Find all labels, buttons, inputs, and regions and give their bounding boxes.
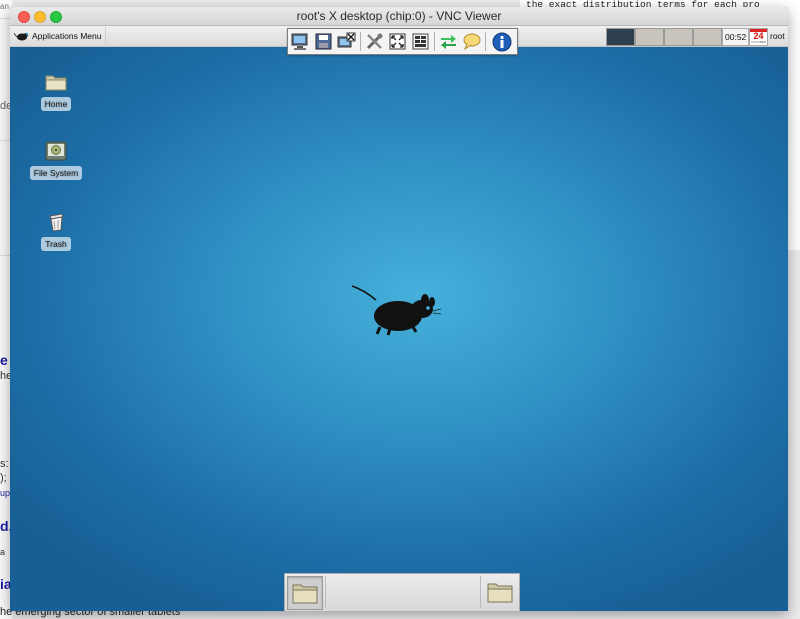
remote-desktop[interactable]: Applications Menu 00:52 24 OCTOBER root xyxy=(10,26,788,611)
transfer-files-icon[interactable] xyxy=(438,31,459,52)
applications-menu-button[interactable]: Applications Menu xyxy=(12,27,107,45)
desktop-icon-label: Trash xyxy=(41,237,71,251)
desktop-icon-trash[interactable]: Trash xyxy=(21,210,91,252)
workspace-2[interactable] xyxy=(635,28,664,46)
window-titlebar[interactable]: root's X desktop (chip:0) - VNC Viewer xyxy=(10,7,788,26)
chat-icon[interactable] xyxy=(461,31,482,52)
desktop-icon-label: File System xyxy=(29,166,83,180)
taskbar-area[interactable] xyxy=(325,576,481,608)
file-manager-launcher[interactable] xyxy=(483,576,517,608)
info-icon[interactable] xyxy=(491,31,512,52)
panel-user[interactable]: root xyxy=(770,28,785,44)
show-desktop-button[interactable] xyxy=(287,576,323,610)
desktop-icon-file-system[interactable]: File System xyxy=(21,139,91,181)
new-connection-icon[interactable] xyxy=(290,31,311,52)
window-title: root's X desktop (chip:0) - VNC Viewer xyxy=(296,9,502,23)
options-icon[interactable] xyxy=(364,31,385,52)
calendar-month: OCTOBER xyxy=(751,40,766,44)
panel-clock[interactable]: 00:52 xyxy=(722,28,750,46)
workspace-1[interactable] xyxy=(606,28,635,46)
folder-icon xyxy=(487,583,513,603)
ctrl-alt-del-icon[interactable] xyxy=(410,31,431,52)
vnc-toolbar xyxy=(287,28,518,55)
trash-icon xyxy=(44,210,68,234)
xfce-mouse-logo xyxy=(351,285,442,336)
xfce-mouse-icon xyxy=(14,32,29,41)
hard-drive-icon xyxy=(44,139,68,163)
fullscreen-icon[interactable] xyxy=(387,31,408,52)
folder-icon xyxy=(292,584,318,604)
close-connection-icon[interactable] xyxy=(336,31,357,52)
applications-menu-label: Applications Menu xyxy=(32,31,102,41)
workspace-4[interactable] xyxy=(693,28,722,46)
save-connection-icon[interactable] xyxy=(313,31,334,52)
workspace-3[interactable] xyxy=(664,28,693,46)
desktop-icon-home[interactable]: Home xyxy=(21,70,91,112)
desktop-icon-label: Home xyxy=(40,97,72,111)
home-folder-icon xyxy=(44,70,68,94)
xfce-bottom-panel xyxy=(284,573,520,611)
calendar-icon[interactable]: 24 OCTOBER xyxy=(749,28,768,46)
vnc-viewer-window: root's X desktop (chip:0) - VNC Viewer A… xyxy=(10,7,788,611)
